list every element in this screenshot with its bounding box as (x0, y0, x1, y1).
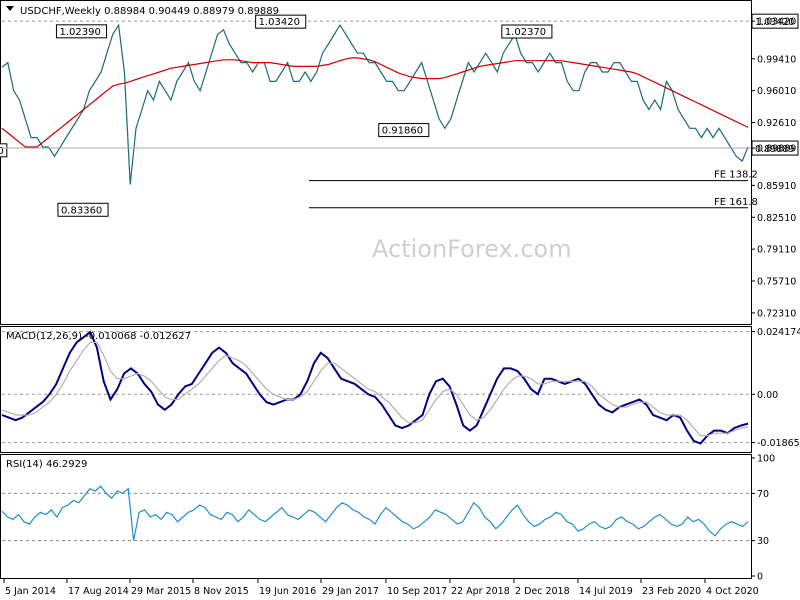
y-tick-label: 0.99410 (757, 54, 796, 65)
y-tick-label: -0.018653 (757, 438, 800, 449)
y-tick-label: 0.79110 (757, 245, 796, 256)
y-tick-label: 0.72310 (757, 308, 796, 319)
price-callout-label: 0.83360 (61, 205, 102, 216)
y-tick-label: 1.03420 (757, 17, 796, 28)
y-tick-label: 0.89889 (757, 144, 796, 155)
x-tick-label: 29 Jan 2017 (322, 586, 379, 597)
x-tick-label: 14 Jul 2019 (579, 586, 633, 597)
y-tick-label: 100 (757, 454, 775, 465)
rsi-panel-title: RSI(14) 46.2929 (6, 459, 87, 470)
y-tick-label: 0.92610 (757, 118, 796, 129)
y-tick-label: 0.75710 (757, 277, 796, 288)
price-panel-watermark: ActionForex.com (372, 235, 572, 263)
y-tick-label: 30 (757, 536, 769, 547)
x-tick-label: 4 Oct 2020 (706, 586, 759, 597)
x-tick-label: 5 Jan 2014 (5, 586, 56, 597)
price-callout-label: 1.03420 (259, 17, 300, 28)
y-tick-label: 0.82510 (757, 213, 796, 224)
x-tick-label: 8 Nov 2015 (194, 586, 249, 597)
price-callout-label: 1.02390 (59, 27, 100, 38)
chart-canvas: ActionForex.com 1.02390 1.03420 1.02370 0.9… (0, 0, 800, 600)
y-tick-label: 0.96010 (757, 86, 796, 97)
y-tick-label: 70 (757, 489, 769, 500)
price-callout-label: 0 (0, 146, 4, 157)
x-tick-label: 2 Dec 2018 (515, 586, 570, 597)
y-tick-label: 0.00 (757, 390, 778, 401)
fe-level-label: FE 161.8 (714, 197, 758, 208)
x-tick-label: 19 Jun 2016 (259, 586, 316, 597)
price-callout-label: 1.02370 (505, 27, 546, 38)
price-panel-title: USDCHF,Weekly 0.88984 0.90449 0.88979 0.… (20, 6, 279, 17)
macd-panel-title: MACD(12,26,9) -0.010068 -0.012627 (6, 331, 191, 342)
chart-background (0, 0, 800, 600)
fe-level-label: FE 138.2 (714, 170, 758, 181)
x-tick-label: 29 Mar 2015 (131, 586, 191, 597)
x-tick-label: 23 Feb 2020 (642, 586, 701, 597)
y-tick-label: 0 (757, 572, 763, 583)
y-tick-label: 0.024174 (757, 327, 800, 338)
x-tick-label: 22 Apr 2018 (451, 586, 510, 597)
x-tick-label: 17 Aug 2014 (68, 586, 129, 597)
price-callout-label: 0.91860 (382, 126, 423, 137)
x-tick-label: 10 Sep 2017 (387, 586, 447, 597)
y-tick-label: 0.85910 (757, 181, 796, 192)
